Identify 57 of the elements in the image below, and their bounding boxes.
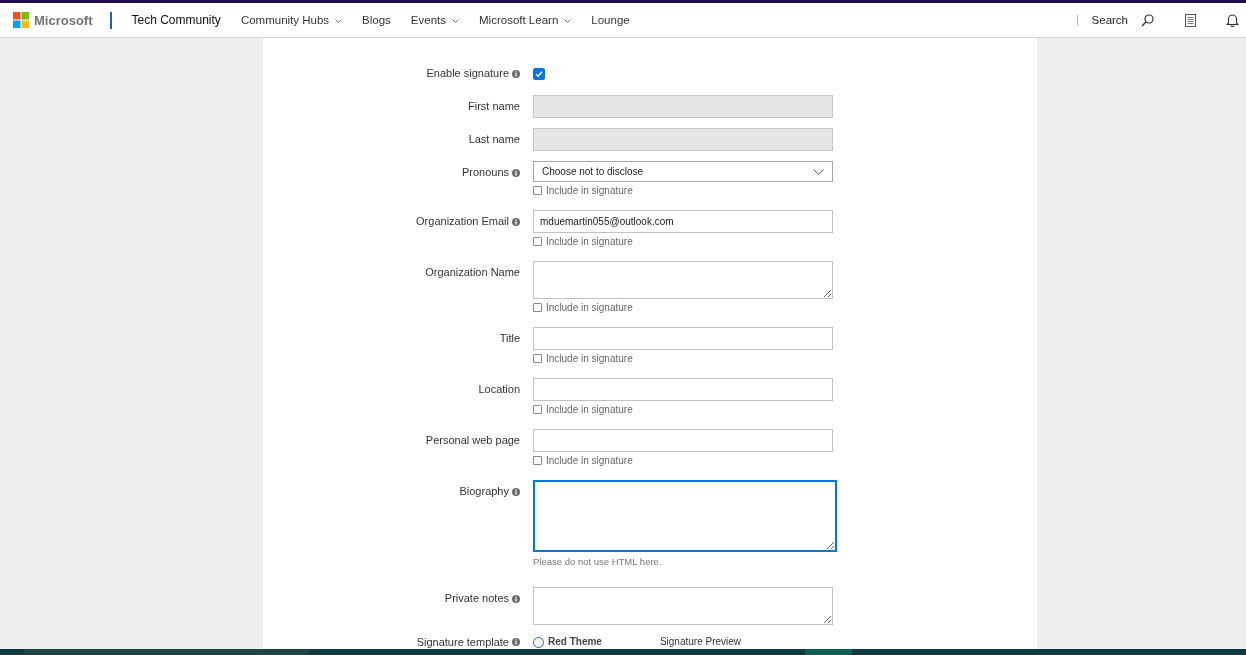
- checkbox-label[interactable]: Include in signature: [546, 301, 633, 313]
- field-label: Private notes: [444, 591, 509, 606]
- field-label: Location: [478, 382, 520, 397]
- info-icon[interactable]: [512, 168, 520, 177]
- site-title-link[interactable]: Tech Community: [131, 13, 221, 27]
- logo-icon[interactable]: [13, 12, 29, 28]
- nav-link[interactable]: Lounge: [591, 14, 630, 26]
- checkbox[interactable]: [533, 185, 542, 195]
- info-icon[interactable]: [512, 217, 520, 226]
- radio-label[interactable]: Red Theme: [548, 636, 602, 648]
- field-label: Personal web page: [425, 433, 520, 448]
- text-input[interactable]: [533, 378, 833, 401]
- text-input[interactable]: [533, 327, 833, 350]
- brand-name[interactable]: Microsoft: [34, 12, 93, 28]
- field-label: Last name: [468, 132, 520, 147]
- field-label: Organization Email: [416, 214, 509, 229]
- text-input[interactable]: mduemartin055@outlook.com: [533, 210, 833, 233]
- info-icon[interactable]: [512, 594, 520, 603]
- text-input[interactable]: [533, 429, 833, 452]
- field-label: Pronouns: [461, 165, 509, 180]
- nav-link[interactable]: Blogs: [362, 14, 391, 26]
- document-icon[interactable]: [1185, 13, 1196, 27]
- checkbox-label[interactable]: Include in signature: [546, 235, 633, 247]
- field-label: Signature template: [416, 636, 509, 648]
- checkbox[interactable]: [533, 353, 542, 363]
- nav-link[interactable]: Microsoft Learn: [479, 14, 572, 26]
- checkbox[interactable]: [533, 67, 545, 80]
- chevron-down-icon: [335, 19, 343, 23]
- bell-icon[interactable]: [1226, 13, 1239, 27]
- checkbox-label[interactable]: Include in signature: [546, 184, 633, 196]
- chevron-down-icon: [564, 19, 572, 23]
- info-icon[interactable]: [512, 487, 520, 496]
- field-label: Title: [499, 331, 520, 346]
- checkbox-label[interactable]: Include in signature: [546, 454, 633, 466]
- nav-link[interactable]: Events: [410, 14, 460, 26]
- nav-link[interactable]: Community Hubs: [240, 14, 343, 26]
- hint-text: Please do not use HTML here.: [533, 556, 662, 568]
- search-icon: [1141, 13, 1154, 27]
- radio-button[interactable]: [533, 636, 544, 648]
- preview-heading: Signature Preview: [659, 636, 742, 648]
- dropdown-field[interactable]: Choose not to disclose: [533, 161, 833, 182]
- checkbox[interactable]: [533, 404, 542, 414]
- info-icon[interactable]: [512, 69, 520, 78]
- checkbox-label[interactable]: Include in signature: [546, 403, 633, 415]
- field-label: First name: [468, 99, 520, 114]
- chevron-down-icon: [452, 19, 460, 23]
- text-area[interactable]: [533, 480, 837, 552]
- search-button[interactable]: Search: [1091, 13, 1154, 27]
- field-label: Biography: [459, 484, 509, 499]
- checkbox-label[interactable]: Include in signature: [546, 352, 633, 364]
- checkbox[interactable]: [533, 236, 542, 246]
- field-label: Organization Name: [425, 265, 520, 280]
- checkbox[interactable]: [533, 302, 542, 312]
- checkbox[interactable]: [533, 455, 542, 465]
- chevron-down-icon: [813, 168, 824, 175]
- info-icon[interactable]: [512, 638, 520, 646]
- field-label: Enable signature: [426, 66, 509, 81]
